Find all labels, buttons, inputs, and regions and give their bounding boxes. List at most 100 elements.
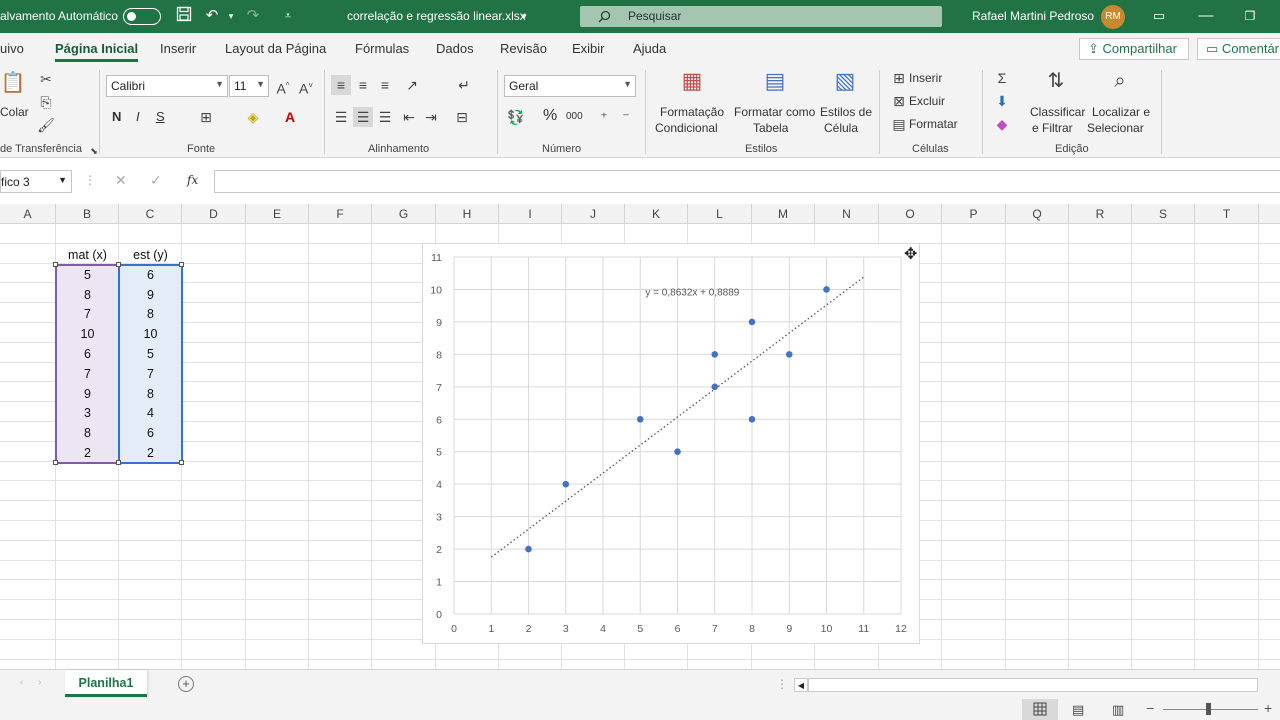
sort-filter-label-1[interactable]: Classificar xyxy=(1030,105,1085,119)
paste-icon[interactable]: 📋 xyxy=(0,73,26,99)
redo-icon[interactable]: ↷ xyxy=(243,6,263,26)
column-header-e[interactable]: E xyxy=(246,204,309,224)
customize-toolbar-icon[interactable]: ⩡ xyxy=(278,6,298,26)
tab-formulas[interactable]: Fórmulas xyxy=(355,41,409,56)
number-format-select[interactable]: Geral ▼ xyxy=(504,75,636,97)
percent-button[interactable]: % xyxy=(543,107,557,125)
tab-file[interactable]: uivo xyxy=(0,41,24,56)
tab-help[interactable]: Ajuda xyxy=(633,41,666,56)
align-top-icon[interactable]: ≡ xyxy=(331,75,351,95)
tab-data[interactable]: Dados xyxy=(436,41,474,56)
column-header-n[interactable]: N xyxy=(815,204,879,224)
zoom-in-icon[interactable]: + xyxy=(1264,700,1272,716)
conditional-formatting-icon[interactable]: ▦ xyxy=(677,70,707,101)
font-name-select[interactable]: Calibri ▼ xyxy=(106,75,228,97)
range-resize-handle[interactable] xyxy=(179,459,184,465)
sheet-scroll-left-icon[interactable]: ‹ xyxy=(20,677,23,688)
fill-icon[interactable]: ⬇ xyxy=(992,91,1012,111)
zoom-out-icon[interactable]: − xyxy=(1146,700,1154,716)
paste-label[interactable]: Colar xyxy=(0,105,29,119)
insert-cells-label[interactable]: Inserir xyxy=(909,71,942,85)
thousands-button[interactable]: 000 xyxy=(566,111,583,122)
undo-dropdown-icon[interactable]: ▾ xyxy=(221,6,241,26)
font-size-select[interactable]: 11 ▼ xyxy=(229,75,269,97)
format-painter-icon[interactable]: 🖌 xyxy=(36,115,56,135)
merge-center-icon[interactable]: ⊟ xyxy=(452,107,472,127)
range-resize-handle[interactable] xyxy=(179,261,184,267)
page-layout-view-icon[interactable]: ▤ xyxy=(1072,702,1084,718)
currency-format-icon[interactable]: 💱 xyxy=(506,107,526,127)
tab-home[interactable]: Página Inicial xyxy=(55,41,139,62)
table-header[interactable]: mat (x) xyxy=(56,245,119,265)
increase-decimal-icon[interactable]: ⁺ xyxy=(594,107,614,127)
conditional-formatting-label-2[interactable]: Condicional xyxy=(655,121,718,135)
format-cells-icon[interactable]: ▤ xyxy=(889,114,909,134)
share-button[interactable]: ⇪ Compartilhar xyxy=(1079,38,1189,60)
minimize-icon[interactable]: — xyxy=(1196,6,1216,26)
name-box[interactable]: fico 3 ▼ xyxy=(0,170,72,193)
column-header-i[interactable]: I xyxy=(499,204,562,224)
italic-button[interactable]: I xyxy=(136,109,140,124)
search-box[interactable]: Pesquisar xyxy=(580,6,942,27)
bold-button[interactable]: N xyxy=(112,109,121,124)
insert-function-icon[interactable]: fx xyxy=(187,173,198,187)
column-header-l[interactable]: L xyxy=(688,204,752,224)
sort-filter-icon[interactable]: ⇅ xyxy=(1041,71,1071,101)
column-header-t[interactable]: T xyxy=(1195,204,1259,224)
column-header-b[interactable]: B xyxy=(56,204,119,224)
restore-icon[interactable]: ❐ xyxy=(1240,6,1260,26)
tab-page-layout[interactable]: Layout da Página xyxy=(225,41,326,56)
column-header-j[interactable]: J xyxy=(562,204,625,224)
format-as-table-label-2[interactable]: Tabela xyxy=(753,121,788,135)
align-right-icon[interactable]: ☰ xyxy=(375,107,395,127)
sheet-tab-planilha1[interactable]: Planilha1 xyxy=(65,670,147,697)
autosave-toggle[interactable] xyxy=(123,8,161,25)
tab-view[interactable]: Exibir xyxy=(572,41,605,56)
range-resize-handle[interactable] xyxy=(53,261,58,267)
borders-icon[interactable]: ⊞ xyxy=(196,107,216,127)
column-header-c[interactable]: C xyxy=(119,204,182,224)
cell-styles-label-1[interactable]: Estilos de xyxy=(820,105,872,119)
format-as-table-icon[interactable]: ▤ xyxy=(760,70,790,101)
tab-insert[interactable]: Inserir xyxy=(160,41,196,56)
range-resize-handle[interactable] xyxy=(116,459,121,465)
column-header-s[interactable]: S xyxy=(1132,204,1195,224)
column-header-g[interactable]: G xyxy=(372,204,436,224)
enter-icon[interactable]: ✓ xyxy=(150,172,162,189)
align-center-icon[interactable]: ☰ xyxy=(353,107,373,127)
decrease-font-icon[interactable]: A˅ xyxy=(296,76,316,97)
delete-cells-icon[interactable]: ⊠ xyxy=(889,91,909,111)
range-resize-handle[interactable] xyxy=(53,459,58,465)
column-header-o[interactable]: O xyxy=(879,204,942,224)
align-left-icon[interactable]: ☰ xyxy=(331,107,351,127)
ribbon-display-options-icon[interactable]: ▭ xyxy=(1149,6,1169,26)
comments-button[interactable]: ▭ Comentár xyxy=(1197,38,1280,60)
find-select-label-2[interactable]: Selecionar xyxy=(1087,121,1144,135)
decrease-indent-icon[interactable]: ⇤ xyxy=(399,107,419,127)
find-select-icon[interactable]: ⌕ xyxy=(1105,71,1135,101)
page-break-view-icon[interactable]: ▥ xyxy=(1112,702,1124,718)
filename-chevron-icon[interactable]: ▾ xyxy=(522,11,527,22)
autosum-icon[interactable]: Σ xyxy=(992,68,1012,88)
save-icon[interactable] xyxy=(174,6,194,26)
conditional-formatting-label-1[interactable]: Formatação xyxy=(660,105,724,119)
sort-filter-label-2[interactable]: e Filtrar xyxy=(1032,121,1073,135)
hscroll-left-icon[interactable]: ◀ xyxy=(794,678,808,692)
cut-icon[interactable]: ✂ xyxy=(36,69,56,89)
increase-font-icon[interactable]: A^ xyxy=(273,76,293,97)
tab-split-grip-icon[interactable]: ⋮ xyxy=(776,677,788,691)
horizontal-scrollbar[interactable] xyxy=(808,678,1258,692)
clear-icon[interactable]: ◆ xyxy=(992,114,1012,134)
tab-review[interactable]: Revisão xyxy=(500,41,547,56)
undo-icon[interactable]: ↶ xyxy=(202,6,222,26)
format-as-table-label-1[interactable]: Formatar como xyxy=(734,105,815,119)
range-resize-handle[interactable] xyxy=(116,261,121,267)
decrease-decimal-icon[interactable]: ⁻ xyxy=(616,107,636,127)
column-header-h[interactable]: H xyxy=(436,204,499,224)
cell-styles-icon[interactable]: ▧ xyxy=(830,70,860,101)
column-header-f[interactable]: F xyxy=(309,204,372,224)
orientation-icon[interactable]: ↗ xyxy=(402,75,422,95)
cell-styles-label-2[interactable]: Célula xyxy=(824,121,858,135)
align-bottom-icon[interactable]: ≡ xyxy=(375,75,395,95)
column-header-m[interactable]: M xyxy=(752,204,815,224)
